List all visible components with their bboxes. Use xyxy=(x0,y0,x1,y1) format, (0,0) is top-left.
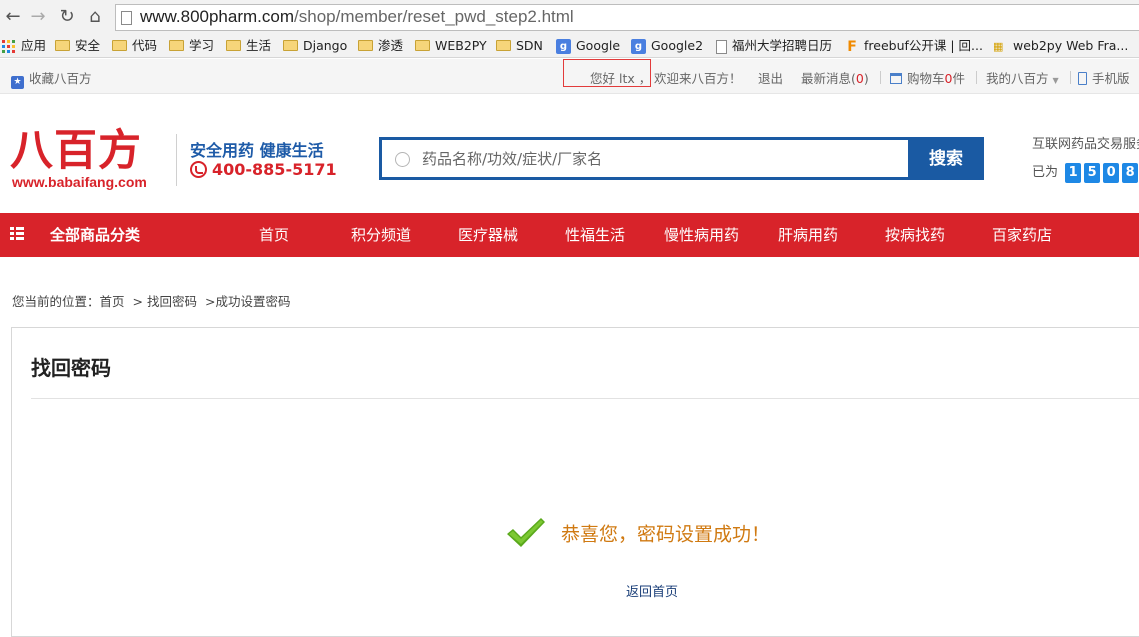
home-icon[interactable]: ⌂ xyxy=(84,6,106,28)
folder-icon xyxy=(496,40,511,51)
bookmark-folder-web2py[interactable]: WEB2PY xyxy=(415,37,487,55)
bookmark-apps[interactable]: 应用 xyxy=(2,37,46,55)
phone-icon xyxy=(190,161,207,178)
messages-link[interactable]: 最新消息(0) xyxy=(801,68,869,87)
logo-en: www.babaifang.com xyxy=(12,174,147,190)
bookmark-web2py[interactable]: ▦ web2py Web Fra... xyxy=(993,37,1128,55)
page-icon xyxy=(121,11,132,25)
nav-item-chronic[interactable]: 慢性病用药 xyxy=(664,213,739,257)
phone-icon xyxy=(1078,72,1087,85)
divider xyxy=(31,398,1139,399)
breadcrumb: 您当前的位置：首页 > 找回密码 >成功设置密码 xyxy=(12,291,298,310)
counter-digit: 8 xyxy=(1122,162,1139,183)
folder-icon xyxy=(415,40,430,51)
browser-toolbar: ← → ↻ ⌂ www.800pharm.com/shop/member/res… xyxy=(0,0,1139,35)
main-nav: 全部商品分类 首页 积分频道 医疗器械 性福生活 慢性病用药 肝病用药 按病找药… xyxy=(0,213,1139,257)
logo-cn: 八百方 xyxy=(10,126,142,176)
checkmark-icon xyxy=(505,516,547,550)
counter-digit: 5 xyxy=(1084,162,1101,183)
hotline: 400-885-5171 xyxy=(190,160,337,179)
search-bar: 搜索 xyxy=(379,137,984,180)
breadcrumb-current: >成功设置密码 xyxy=(204,294,291,309)
bookmarks-bar: 应用 安全 代码 学习 生活 Django 渗透 WEB2PY SDN g Goo… xyxy=(0,35,1139,58)
success-message: 恭喜您，密码设置成功！ xyxy=(505,516,770,550)
counter-digit: 0 xyxy=(1103,162,1120,183)
nav-item-sexual-health[interactable]: 性福生活 xyxy=(565,213,625,257)
divider xyxy=(176,134,177,186)
bookmark-folder-pentest[interactable]: 渗透 xyxy=(358,37,403,55)
breadcrumb-prefix: 您当前的位置： xyxy=(12,294,100,309)
user-greeting: 您好 ltx ， xyxy=(590,71,652,86)
back-icon[interactable]: ← xyxy=(2,6,24,28)
caret-down-icon: ▼ xyxy=(1052,76,1059,85)
site-logo[interactable]: 八百方 www.babaifang.com xyxy=(10,129,147,190)
bookmark-google2[interactable]: g Google2 xyxy=(631,37,703,55)
welcome-text: 欢迎来八百方！ xyxy=(654,71,742,86)
my-account-menu[interactable]: 我的八百方 ▼ xyxy=(986,68,1059,87)
bookmark-folder-study[interactable]: 学习 xyxy=(169,37,214,55)
nav-item-home[interactable]: 首页 xyxy=(259,213,289,257)
bookmark-folder-code[interactable]: 代码 xyxy=(112,37,157,55)
folder-icon xyxy=(358,40,373,51)
slogan: 安全用药 健康生活 xyxy=(190,141,324,160)
favorite-link[interactable]: ★ 收藏八百方 xyxy=(11,68,92,89)
folder-icon xyxy=(55,40,70,51)
mobile-link[interactable]: 手机版 xyxy=(1078,68,1130,87)
web2py-icon: ▦ xyxy=(993,39,1004,53)
bookmark-freebuf[interactable]: Ffreebuf公开课 | 回... xyxy=(845,37,983,55)
menu-icon xyxy=(10,227,24,240)
bookmark-folder-sdn[interactable]: SDN xyxy=(496,37,543,55)
breadcrumb-home[interactable]: 首页 xyxy=(100,294,125,309)
star-icon: ★ xyxy=(11,76,24,89)
bookmark-google[interactable]: g Google xyxy=(556,37,620,55)
divider xyxy=(880,71,881,84)
folder-icon xyxy=(283,40,298,51)
service-info: 互联网药品交易服务 xyxy=(1032,137,1139,152)
bookmark-folder-security[interactable]: 安全 xyxy=(55,37,100,55)
search-input[interactable] xyxy=(422,145,902,173)
divider xyxy=(1070,71,1071,84)
google-icon: g xyxy=(556,39,571,54)
cart-link[interactable]: 购物车0件 xyxy=(890,68,965,87)
forward-icon[interactable]: → xyxy=(27,6,49,28)
bookmark-folder-life[interactable]: 生活 xyxy=(226,37,271,55)
folder-icon xyxy=(169,40,184,51)
search-icon xyxy=(395,152,410,167)
all-categories-menu[interactable]: 全部商品分类 xyxy=(10,213,140,257)
address-bar[interactable]: www.800pharm.com/shop/member/reset_pwd_s… xyxy=(115,4,1139,31)
reload-icon[interactable]: ↻ xyxy=(56,6,78,28)
nav-item-pharmacies[interactable]: 百家药店 xyxy=(992,213,1052,257)
bookmark-folder-django[interactable]: Django xyxy=(283,37,347,55)
google-icon: g xyxy=(631,39,646,54)
search-button[interactable]: 搜索 xyxy=(908,137,984,180)
nav-item-points[interactable]: 积分频道 xyxy=(351,213,411,257)
nav-item-liver[interactable]: 肝病用药 xyxy=(778,213,838,257)
content-panel: 找回密码 恭喜您，密码设置成功！ 返回首页 xyxy=(11,327,1139,637)
breadcrumb-find-password[interactable]: > 找回密码 xyxy=(133,294,197,309)
logout-link[interactable]: 退出 xyxy=(758,68,783,87)
divider xyxy=(976,71,977,84)
nav-item-devices[interactable]: 医疗器械 xyxy=(458,213,518,257)
page-icon xyxy=(716,39,727,54)
cart-icon xyxy=(890,73,902,84)
messages-count: 0 xyxy=(855,71,864,86)
apps-icon xyxy=(2,40,15,53)
site-topbar: ★ 收藏八百方 您好 ltx ， 欢迎来八百方！ 退出 最新消息(0) 购物车0件… xyxy=(0,59,1139,94)
service-counter: 已为 15081 xyxy=(1032,161,1139,183)
freebuf-icon: F xyxy=(847,38,857,55)
page-title: 找回密码 xyxy=(31,356,111,380)
folder-icon xyxy=(112,40,127,51)
counter-digit: 1 xyxy=(1065,162,1082,183)
folder-icon xyxy=(226,40,241,51)
url-text: www.800pharm.com/shop/member/reset_pwd_s… xyxy=(140,7,574,26)
bookmark-fzu-calendar[interactable]: 福州大学招聘日历 xyxy=(716,37,832,55)
back-home-link[interactable]: 返回首页 xyxy=(626,581,678,600)
nav-item-by-disease[interactable]: 按病找药 xyxy=(885,213,945,257)
